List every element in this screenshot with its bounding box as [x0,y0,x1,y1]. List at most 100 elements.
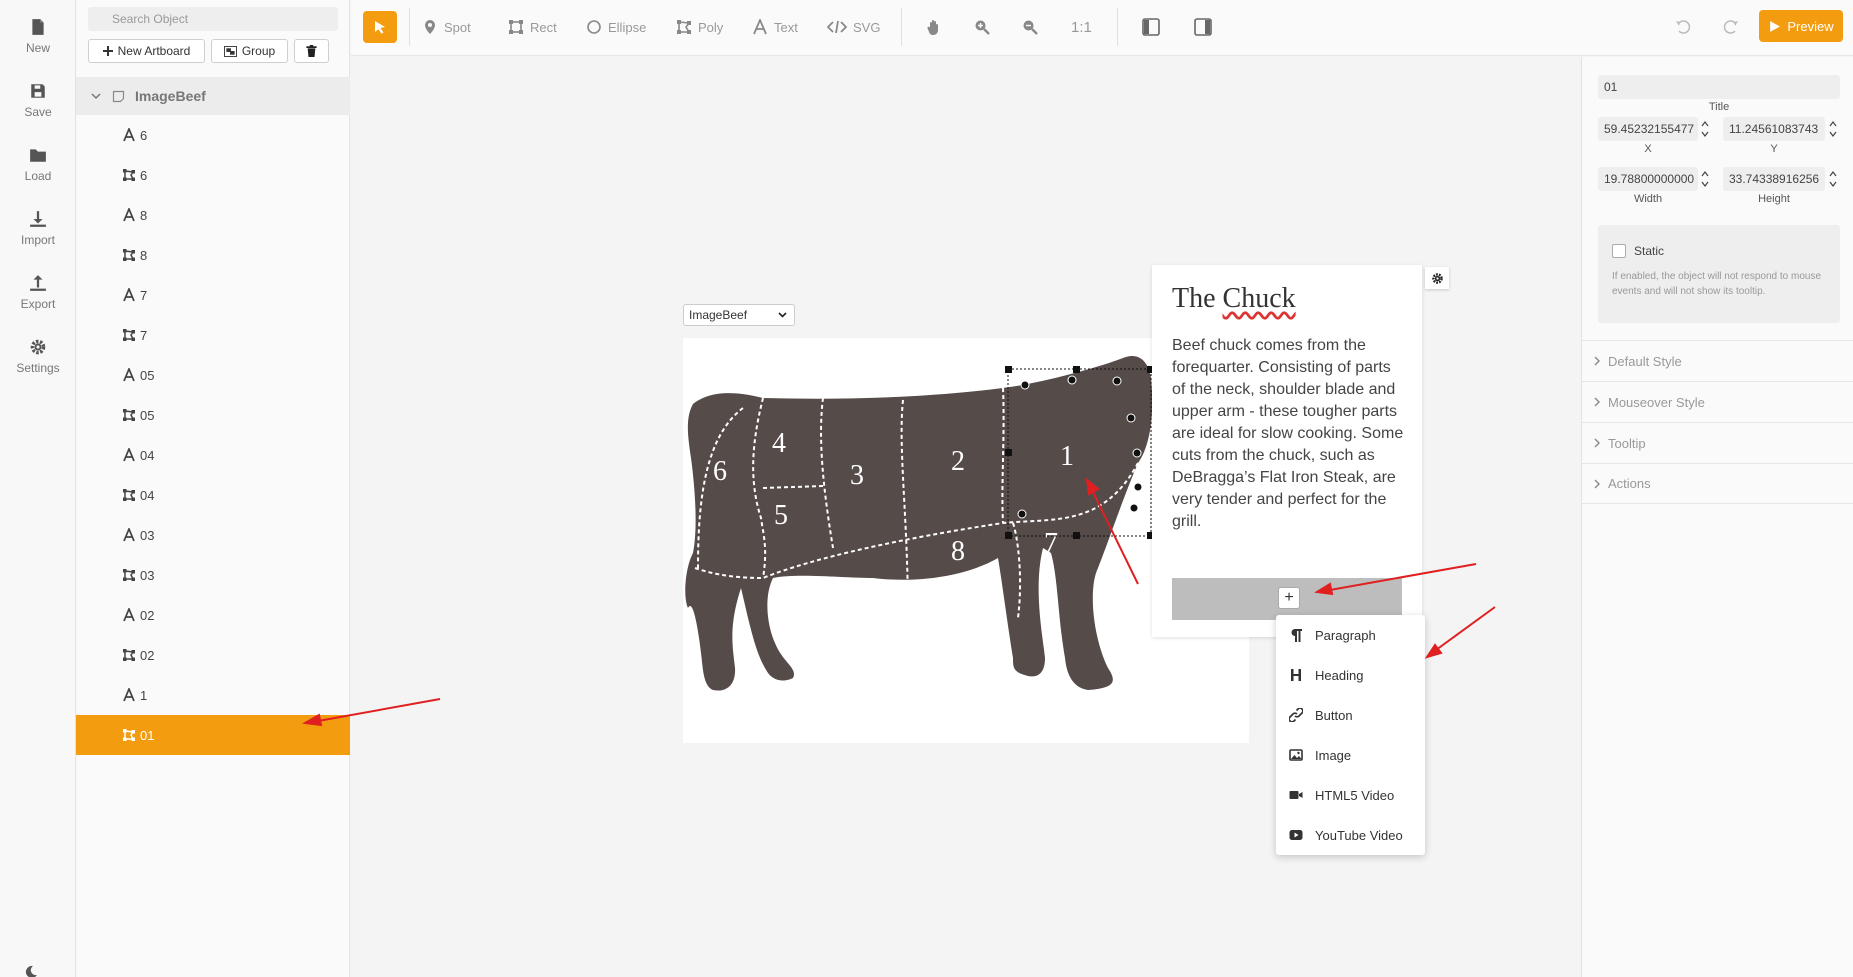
static-checkbox[interactable] [1612,244,1626,258]
height-stepper-icon[interactable] [1828,167,1838,191]
text-tool-label: Text [774,19,798,35]
polygon-icon [123,249,135,261]
object-tree-item-label: 6 [140,127,148,143]
width-stepper-icon[interactable] [1700,167,1710,191]
toggle-left-panel-button[interactable] [1142,16,1160,38]
pan-tool[interactable] [926,16,942,38]
object-tree-item[interactable]: 02 [76,595,350,635]
zoom-in-icon [975,20,990,35]
text-icon [123,368,135,382]
toolbar-divider [409,8,410,46]
text-icon [123,448,135,462]
menu-item-paragraph[interactable]: Paragraph [1276,615,1425,655]
new-label: New [25,41,50,55]
load-button[interactable]: Load [0,140,76,196]
cut-label: 8 [951,536,965,567]
zoom-out-icon [1023,20,1038,35]
spot-tool[interactable]: Spot [422,16,471,38]
new-button[interactable]: New [0,12,76,68]
text-tool[interactable]: Text [752,16,798,38]
menu-item-html5-video[interactable]: HTML5 Video [1276,775,1425,815]
artboard-tree-header[interactable]: ImageBeef [76,77,350,115]
group-icon [223,45,237,57]
rect-tool[interactable]: Rect [508,16,557,38]
object-tree-item[interactable]: 1 [76,675,350,715]
select-tool-button[interactable] [363,11,397,43]
redo-button[interactable] [1723,16,1739,38]
preview-button[interactable]: Preview [1759,10,1843,42]
new-artboard-button[interactable]: New Artboard [88,39,205,63]
zoom-out-button[interactable] [1022,16,1038,38]
gear-icon [30,339,46,355]
x-stepper-icon[interactable] [1700,117,1710,141]
group-button[interactable]: Group [211,39,288,63]
properties-panel: Title X Y Width Height Static If enabled… [1581,57,1853,977]
object-tree-item[interactable]: 8 [76,235,350,275]
object-tree-item[interactable]: 03 [76,555,350,595]
tooltip-popup: The Chuck Beef chuck comes from the fore… [1152,265,1422,637]
import-button[interactable]: Import [0,204,76,260]
zoom-reset-button[interactable]: 1:1 [1071,16,1092,38]
static-help-text: If enabled, the object will not respond … [1612,271,1822,297]
settings-button[interactable]: Settings [0,332,76,388]
svg-tool[interactable]: SVG [827,16,880,38]
object-tree-item[interactable]: 7 [76,315,350,355]
object-tree-item[interactable]: 7 [76,275,350,315]
menu-item-label: Button [1315,707,1353,723]
zoom-reset-label: 1:1 [1071,18,1092,36]
x-label: X [1644,143,1652,155]
menu-item-button[interactable]: Button [1276,695,1425,735]
moon-icon[interactable] [24,965,38,977]
artboard-select[interactable]: ImageBeef [683,304,795,326]
artboard-icon [112,90,125,102]
title-field[interactable] [1598,75,1840,99]
object-tree-item[interactable]: 04 [76,475,350,515]
save-button[interactable]: Save [0,76,76,132]
menu-item-youtube-video[interactable]: YouTube Video [1276,815,1425,855]
popup-settings-button[interactable] [1425,267,1449,289]
right-panel-icon [1194,18,1212,36]
export-button[interactable]: Export [0,268,76,324]
ellipse-icon [587,20,601,34]
object-tree-item[interactable]: 05 [76,395,350,435]
poly-tool[interactable]: Poly [676,16,723,38]
settings-label: Settings [16,361,60,375]
popup-title[interactable]: The Chuck [1172,283,1296,315]
zoom-in-button[interactable] [974,16,990,38]
toggle-right-panel-button[interactable] [1194,16,1212,38]
object-tree-item[interactable]: 01 [76,715,350,755]
x-field[interactable] [1598,117,1698,141]
menu-item-image[interactable]: Image [1276,735,1425,775]
object-tree-item[interactable]: 03 [76,515,350,555]
width-field[interactable] [1598,167,1698,191]
search-input[interactable] [88,7,338,31]
object-tree-item[interactable]: 02 [76,635,350,675]
height-field[interactable] [1723,167,1825,191]
object-tree-item[interactable]: 05 [76,355,350,395]
code-icon [827,20,847,34]
polygon-icon [123,489,135,501]
cow-silhouette [685,356,1153,691]
section-actions[interactable]: Actions [1582,463,1853,504]
section-mouseover-style[interactable]: Mouseover Style [1582,381,1853,422]
y-field[interactable] [1723,117,1825,141]
object-tree-item[interactable]: 6 [76,115,350,155]
section-default-style[interactable]: Default Style [1582,340,1853,381]
menu-item-heading[interactable]: Heading [1276,655,1425,695]
preview-label: Preview [1787,18,1834,34]
object-tree-item[interactable]: 6 [76,155,350,195]
object-tree-item-label: 02 [140,607,155,623]
object-tree-item[interactable]: 8 [76,195,350,235]
ellipse-tool[interactable]: Ellipse [586,16,646,38]
object-tree-item[interactable]: 04 [76,435,350,475]
popup-body[interactable]: Beef chuck comes from the forequarter. C… [1172,335,1404,533]
undo-button[interactable] [1675,16,1691,38]
section-tooltip[interactable]: Tooltip [1582,422,1853,463]
y-stepper-icon[interactable] [1828,117,1838,141]
polygon-icon [123,649,135,661]
link-icon [1289,708,1303,722]
delete-button[interactable] [294,39,329,63]
chevron-down-icon[interactable] [90,90,102,102]
add-content-block[interactable]: + [1172,578,1402,620]
add-content-button[interactable]: + [1278,587,1300,609]
